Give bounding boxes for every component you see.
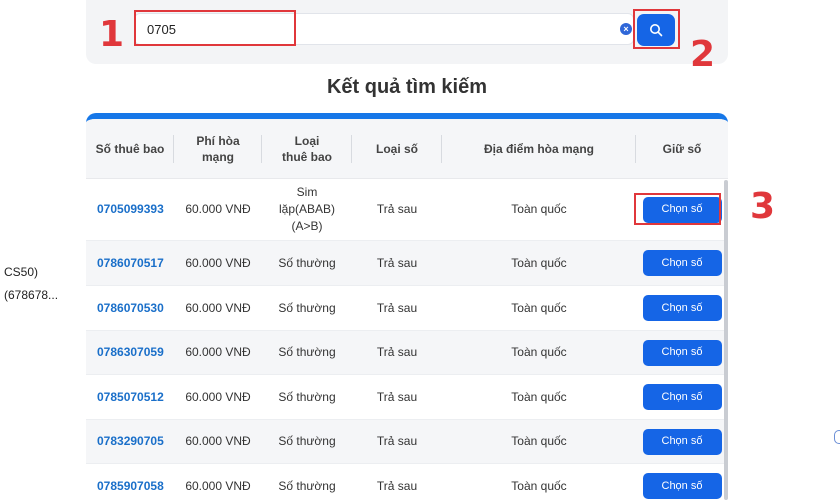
location-cell: Toàn quốc xyxy=(511,202,567,216)
choose-number-button[interactable]: Chọn số xyxy=(642,384,722,410)
choose-number-button[interactable]: Chọn số xyxy=(642,428,722,455)
table-row: 0786307059 60.000 VNĐ Số thường Trả sau … xyxy=(86,331,728,375)
step-marker-2: 2 xyxy=(690,34,716,75)
step-marker-3: 3 xyxy=(750,186,776,227)
sub-type-cell: Số thường xyxy=(278,389,336,404)
highlight-box-search-input xyxy=(134,10,296,46)
phone-number-link[interactable]: 0705099393 xyxy=(86,179,174,240)
location-cell: Toàn quốc xyxy=(511,255,567,270)
choose-number-button[interactable]: Chọn số xyxy=(642,339,722,366)
phone-number-link[interactable]: 0786070517 xyxy=(86,241,174,285)
location-cell: Toàn quốc xyxy=(511,345,567,359)
col-header-hold: Giữ số xyxy=(662,142,702,156)
col-header-number: Số thuê bao xyxy=(86,119,174,179)
sub-type-cell: Số thường xyxy=(278,434,336,448)
sub-type-cell: Số thường xyxy=(278,345,336,359)
fee-cell: 60.000 VNĐ xyxy=(185,434,251,448)
phone-number-link[interactable]: 0786307059 xyxy=(86,331,174,374)
fee-cell: 60.000 VNĐ xyxy=(185,202,251,216)
clear-icon[interactable]: × xyxy=(620,23,632,35)
sub-type-cell: Sim lặp(ABAB)(A>B) xyxy=(278,185,336,233)
phone-number-link[interactable]: 0785070512 xyxy=(86,375,174,419)
sub-type-cell: Số thường xyxy=(278,300,336,315)
edge-widget-icon xyxy=(834,430,840,444)
results-table: Số thuê bao Phí hòa mạng Loại thuê bao L… xyxy=(86,113,728,500)
sub-type-cell: Số thường xyxy=(278,255,336,270)
fee-cell: 60.000 VNĐ xyxy=(185,300,251,315)
location-cell: Toàn quốc xyxy=(511,389,567,404)
num-type-cell: Trả sau xyxy=(376,300,418,315)
highlight-box-choose-button xyxy=(634,193,721,225)
location-cell: Toàn quốc xyxy=(511,300,567,315)
num-type-cell: Trả sau xyxy=(376,202,418,216)
num-type-cell: Trả sau xyxy=(376,478,418,493)
page: CS50) (678678... 0705 × 1 2 Kết quả tìm … xyxy=(0,0,840,500)
fee-cell: 60.000 VNĐ xyxy=(185,389,251,404)
choose-number-button[interactable]: Chọn số xyxy=(642,473,722,499)
sidebar-fragment: CS50) xyxy=(4,265,39,279)
choose-number-button[interactable]: Chọn số xyxy=(642,250,722,276)
fee-cell: 60.000 VNĐ xyxy=(185,255,251,270)
location-cell: Toàn quốc xyxy=(511,478,567,493)
sidebar-fragment: (678678... xyxy=(4,288,59,302)
choose-number-button[interactable]: Chọn số xyxy=(642,295,722,321)
phone-number-link[interactable]: 0785907058 xyxy=(86,464,174,500)
table-row: 0783290705 60.000 VNĐ Số thường Trả sau … xyxy=(86,420,728,464)
phone-number-link[interactable]: 0786070530 xyxy=(86,286,174,330)
table-row: 0705099393 60.000 VNĐ Sim lặp(ABAB)(A>B)… xyxy=(86,179,728,241)
sub-type-cell: Số thường xyxy=(278,478,336,493)
col-header-fee: Phí hòa mạng xyxy=(174,119,262,179)
phone-number-link[interactable]: 0783290705 xyxy=(86,420,174,463)
col-header-num-type: Loại số xyxy=(352,119,442,179)
num-type-cell: Trả sau xyxy=(376,255,418,270)
fee-cell: 60.000 VNĐ xyxy=(185,345,251,359)
col-header-sub-type: Loại thuê bao xyxy=(262,119,352,179)
highlight-box-search-button xyxy=(633,9,680,49)
fee-cell: 60.000 VNĐ xyxy=(185,478,251,493)
table-row: 0786070530 60.000 VNĐ Số thường Trả sau … xyxy=(86,286,728,331)
step-marker-1: 1 xyxy=(99,14,125,55)
num-type-cell: Trả sau xyxy=(376,345,418,359)
table-row: 0785907058 60.000 VNĐ Số thường Trả sau … xyxy=(86,464,728,500)
results-title: Kết quả tìm kiếm xyxy=(326,76,488,98)
table-scrollbar[interactable] xyxy=(724,180,728,500)
num-type-cell: Trả sau xyxy=(376,434,418,448)
location-cell: Toàn quốc xyxy=(511,434,567,448)
table-row: 0785070512 60.000 VNĐ Số thường Trả sau … xyxy=(86,375,728,420)
table-row: 0786070517 60.000 VNĐ Số thường Trả sau … xyxy=(86,241,728,286)
table-header: Số thuê bao Phí hòa mạng Loại thuê bao L… xyxy=(86,119,728,179)
col-header-location: Địa điểm hòa mạng xyxy=(442,119,636,179)
num-type-cell: Trả sau xyxy=(376,389,418,404)
